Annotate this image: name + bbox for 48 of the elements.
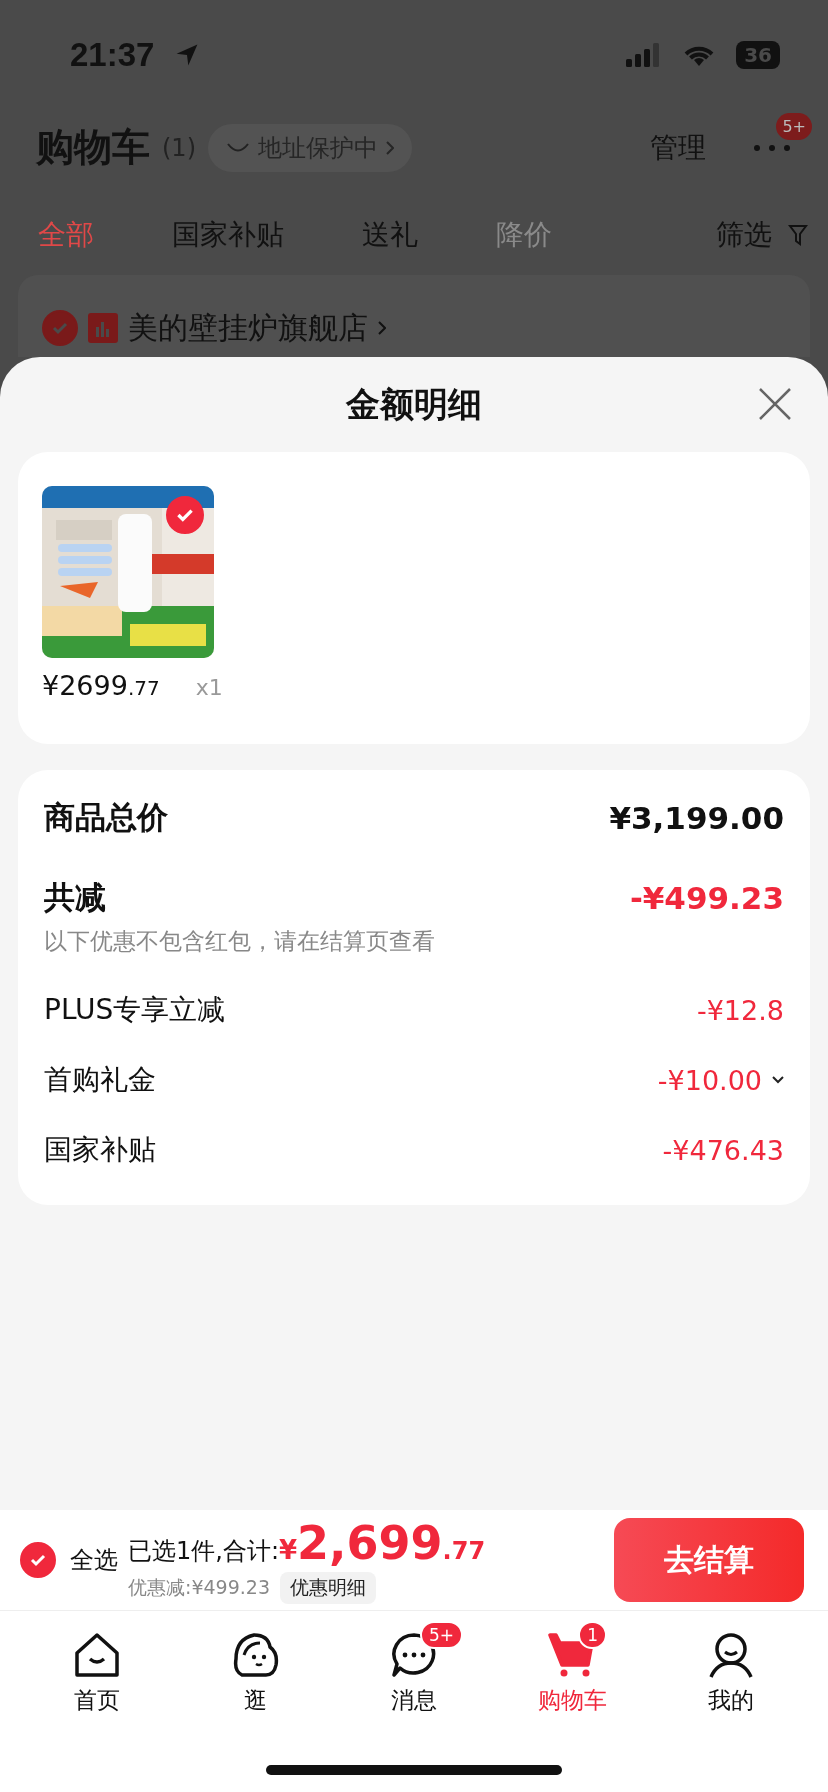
price-value: ¥3,199.00 [609,800,784,836]
store-name[interactable]: 美的壁挂炉旗舰店 [128,307,368,349]
selected-summary: 已选1件,合计: [128,1536,279,1567]
page-title: 购物车 [36,124,150,171]
discount-item-value: -¥476.43 [662,1134,784,1166]
price-label: 商品总价 [44,798,168,837]
filter-tab[interactable]: 全部 [38,216,94,254]
product-quantity: x1 [195,675,223,700]
close-icon[interactable] [758,387,792,421]
filter-icon[interactable] [788,224,808,246]
nav-tab[interactable]: 1 购物车 [512,1616,633,1716]
chevron-down-icon[interactable] [772,1076,784,1084]
product-price: ¥2699.77 [42,670,160,701]
sheet-title: 金额明细 [346,382,482,426]
discount-note: 以下优惠不包含红包，请在结算页查看 [44,927,436,956]
discount-item-label: PLUS专享立减 [44,992,226,1028]
filter-button[interactable]: 筛选 [716,216,772,254]
discount-detail-button[interactable]: 优惠明细 [280,1572,376,1604]
filter-tab[interactable]: 送礼 [362,216,418,254]
select-all-checkbox[interactable] [20,1542,56,1578]
notification-badge: 1 [578,1620,608,1649]
home-icon [73,1630,122,1679]
notification-badge: 5+ [776,112,812,140]
notification-badge: 5+ [419,1620,464,1649]
chevron-right-icon[interactable] [378,321,386,335]
store-checkbox[interactable] [42,310,78,346]
chevron-right-icon [386,140,394,155]
discount-item-value: -¥12.8 [696,994,784,1026]
filter-tab[interactable]: 国家补贴 [172,216,284,254]
checkout-button[interactable]: 去结算 [614,1518,804,1602]
nav-tab[interactable]: 我的 [670,1616,791,1716]
more-icon[interactable] [752,142,792,153]
discount-value: -¥499.23 [629,880,784,916]
blob-face-icon [231,1630,280,1679]
discount-item-value: -¥10.00 [657,1064,762,1096]
nav-tab[interactable]: 5+ 消息 [353,1616,474,1716]
select-all-label[interactable]: 全选 [70,1544,118,1576]
discount-item-label: 国家补贴 [44,1132,156,1168]
store-logo-icon [88,313,118,343]
battery-icon: 36 [736,41,780,69]
nav-tab[interactable]: 首页 [37,1616,158,1716]
nav-tab[interactable]: 逛 [195,1616,316,1716]
discount-item-label: 首购礼金 [44,1062,156,1098]
saved-amount: 优惠减:¥499.23 [128,1575,270,1600]
status-time: 21:37 [70,36,155,74]
manage-button[interactable]: 管理 [650,128,706,167]
total-price: ¥2,699.77 [279,1516,486,1570]
discount-label: 共减 [44,878,106,917]
